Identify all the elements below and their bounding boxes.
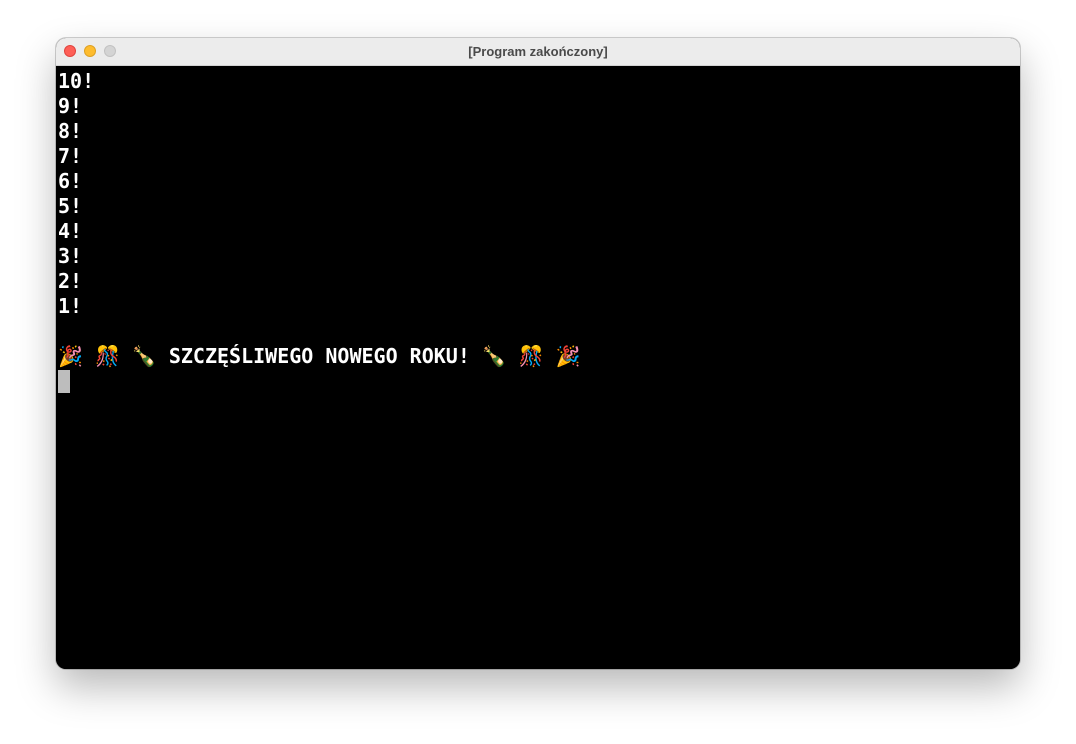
title-bar[interactable]: [Program zakończony]	[56, 38, 1020, 66]
output-line-countdown-1: 1!	[58, 294, 83, 318]
output-line-countdown-3: 3!	[58, 244, 83, 268]
terminal-window: [Program zakończony] 10! 9! 8! 7! 6! 5! …	[56, 38, 1020, 669]
prompt-line	[58, 369, 581, 394]
output-line-blank	[58, 319, 581, 344]
output-line-countdown-5: 5!	[58, 194, 83, 218]
output-line-countdown-2: 2!	[58, 269, 83, 293]
window-title: [Program zakończony]	[468, 44, 608, 59]
output-lines: 10! 9! 8! 7! 6! 5! 4! 3! 2! 1! 🎉 🎊 🍾 SZC…	[58, 69, 581, 394]
output-line-countdown-6: 6!	[58, 169, 83, 193]
output-line-greeting: 🎉 🎊 🍾 SZCZĘŚLIWEGO NOWEGO ROKU! 🍾 🎊 🎉	[58, 344, 581, 368]
output-line-countdown-7: 7!	[58, 144, 83, 168]
output-line-countdown-4: 4!	[58, 219, 83, 243]
output-line-countdown-9: 9!	[58, 94, 83, 118]
output-line-countdown-10: 10!	[58, 69, 95, 93]
output-line-countdown-8: 8!	[58, 119, 83, 143]
text-cursor	[58, 370, 70, 393]
terminal-output[interactable]: 10! 9! 8! 7! 6! 5! 4! 3! 2! 1! 🎉 🎊 🍾 SZC…	[56, 66, 1020, 669]
